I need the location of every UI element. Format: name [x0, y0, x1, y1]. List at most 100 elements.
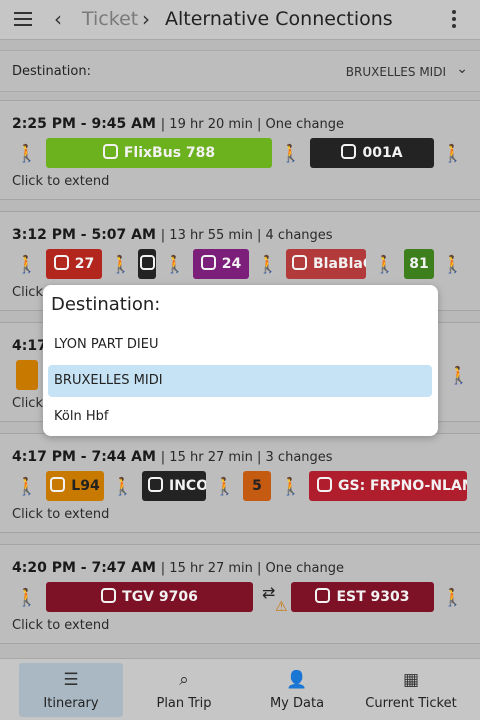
bus-icon [200, 255, 216, 270]
nav-current-ticket[interactable]: ▦ Current Ticket [358, 663, 464, 717]
connection-meta: | 15 hr 27 min | One change [160, 561, 344, 576]
destination-popup: Destination: LYON PART DIEU BRUXELLES MI… [43, 285, 438, 436]
search-icon: ⌕ [179, 670, 189, 690]
nav-label: Itinerary [43, 696, 99, 711]
connection-times: 2:25 PM - 9:45 AM | 19 hr 20 min | One c… [12, 116, 344, 132]
more-options-icon[interactable] [452, 10, 458, 31]
leg-label: 81 [409, 256, 429, 272]
leg-label: 001A [362, 145, 403, 161]
qr-code-icon: ▦ [402, 670, 420, 690]
walk-icon: 🚶 [214, 477, 236, 497]
nav-label: Plan Trip [156, 696, 212, 711]
click-to-extend[interactable]: Click to extend [12, 507, 109, 522]
itinerary-icon: ☰ [63, 670, 79, 690]
breadcrumb-chevron-icon: › [142, 7, 150, 31]
nav-my-data[interactable]: 👤 My Data [245, 663, 349, 717]
highspeed-train-icon [101, 588, 117, 603]
connection-card[interactable]: 4:17 PM - 7:44 AM | 15 hr 27 min | 3 cha… [0, 433, 480, 533]
highspeed-train-icon [315, 588, 331, 603]
nav-label: My Data [269, 696, 325, 711]
click-to-extend[interactable]: Click to extend [12, 618, 109, 633]
leg-chip[interactable] [138, 249, 156, 279]
connection-card[interactable]: 4:20 PM - 7:47 AM | 15 hr 27 min | One c… [0, 544, 480, 644]
connection-card[interactable]: 2:25 PM - 9:45 AM | 19 hr 20 min | One c… [0, 100, 480, 200]
connection-meta: | 15 hr 27 min | 3 changes [160, 450, 333, 465]
user-icon: 👤 [286, 670, 308, 690]
back-chevron-icon[interactable]: ‹ [54, 7, 62, 31]
nav-label: Current Ticket [365, 696, 457, 711]
walk-icon: 🚶 [280, 144, 302, 164]
leg-label: TGV 9706 [122, 589, 198, 605]
chevron-down-icon[interactable]: ⌄ [456, 61, 468, 77]
leg-chip[interactable]: BlaBlaCar [286, 249, 366, 279]
leg-chip[interactable]: 27 [46, 249, 102, 279]
nav-plan-trip[interactable]: ⌕ Plan Trip [132, 663, 236, 717]
tram-icon [341, 144, 357, 159]
walk-icon: 🚶 [110, 255, 132, 275]
option-koln-hbf[interactable]: Köln Hbf [48, 401, 432, 433]
walk-icon: 🚶 [257, 255, 279, 275]
warning-icon[interactable]: ⚠ [275, 599, 288, 615]
option-lyon-part-dieu[interactable]: LYON PART DIEU [48, 329, 432, 361]
leg-chip[interactable]: TGV 9706 [46, 582, 253, 612]
leg-label: 24 [221, 256, 242, 272]
bus-icon [50, 477, 66, 492]
leg-label: 27 [74, 256, 95, 272]
walk-icon: 🚶 [16, 144, 38, 164]
train-icon [317, 477, 332, 492]
walk-icon: 🚶 [374, 255, 396, 275]
bus-icon [102, 144, 118, 159]
connection-meta: | 13 hr 55 min | 4 changes [160, 228, 333, 243]
click-to-extend[interactable]: Click to extend [12, 174, 109, 189]
time-range: 2:25 PM - 9:45 AM [12, 116, 156, 132]
leg-chip[interactable]: FlixBus 788 [46, 138, 272, 168]
transfer-swap-icon: ⇄ [262, 583, 276, 602]
leg-label: EST 9303 [336, 589, 410, 605]
connection-times: 3:12 PM - 5:07 AM | 13 hr 55 min | 4 cha… [12, 227, 333, 243]
menu-icon[interactable] [14, 12, 32, 26]
popup-title: Destination: [51, 294, 161, 315]
leg-label: FlixBus 788 [123, 145, 216, 161]
time-range: 4:17 PM - 7:44 AM [12, 449, 156, 465]
page-title: Alternative Connections [165, 8, 393, 30]
walk-icon: 🚶 [442, 588, 464, 608]
leg-label: BlaBlaCar [313, 256, 366, 272]
leg-label: 5 [252, 478, 262, 494]
destination-label: Destination: [12, 64, 91, 79]
leg-chip[interactable]: 001A [310, 138, 434, 168]
walk-icon: 🚶 [448, 366, 470, 386]
leg-chip[interactable]: 5 [243, 471, 271, 501]
leg-chip[interactable]: 24 [193, 249, 249, 279]
nav-itinerary[interactable]: ☰ Itinerary [19, 663, 123, 717]
bottom-navigation: ☰ Itinerary ⌕ Plan Trip 👤 My Data ▦ Curr… [0, 658, 480, 720]
leg-chip[interactable]: EST 9303 [291, 582, 434, 612]
tram-icon [139, 255, 155, 270]
walk-icon: 🚶 [442, 255, 464, 275]
bus-icon [292, 255, 307, 270]
leg-label: INCO [169, 478, 206, 494]
walk-icon: 🚶 [280, 477, 302, 497]
time-range: 3:12 PM - 5:07 AM [12, 227, 156, 243]
option-bruxelles-midi[interactable]: BRUXELLES MIDI [48, 365, 432, 397]
leg-chip[interactable] [16, 360, 38, 390]
destination-select[interactable]: Destination: BRUXELLES MIDI ⌄ [0, 50, 480, 92]
leg-label: GS: FRPNO-NLAMA [338, 478, 467, 494]
destination-value[interactable]: BRUXELLES MIDI [346, 65, 446, 79]
connection-times: 4:20 PM - 7:47 AM | 15 hr 27 min | One c… [12, 560, 344, 576]
leg-chip[interactable]: 81 [404, 249, 434, 279]
walk-icon: 🚶 [16, 588, 38, 608]
leg-chip[interactable]: INCO [142, 471, 206, 501]
connection-times: 4:17 PM - 7:44 AM | 15 hr 27 min | 3 cha… [12, 449, 333, 465]
connection-meta: | 19 hr 20 min | One change [160, 117, 344, 132]
breadcrumb-ticket[interactable]: Ticket [82, 8, 138, 30]
walk-icon: 🚶 [164, 255, 186, 275]
leg-chip[interactable]: L94 [46, 471, 104, 501]
tram-icon [148, 477, 163, 492]
bus-icon [53, 255, 69, 270]
leg-chip[interactable]: GS: FRPNO-NLAMA [309, 471, 467, 501]
time-range: 4:20 PM - 7:47 AM [12, 560, 156, 576]
app-header: ‹ Ticket › Alternative Connections [0, 0, 480, 40]
walk-icon: 🚶 [112, 477, 134, 497]
walk-icon: 🚶 [442, 144, 464, 164]
walk-icon: 🚶 [16, 477, 38, 497]
